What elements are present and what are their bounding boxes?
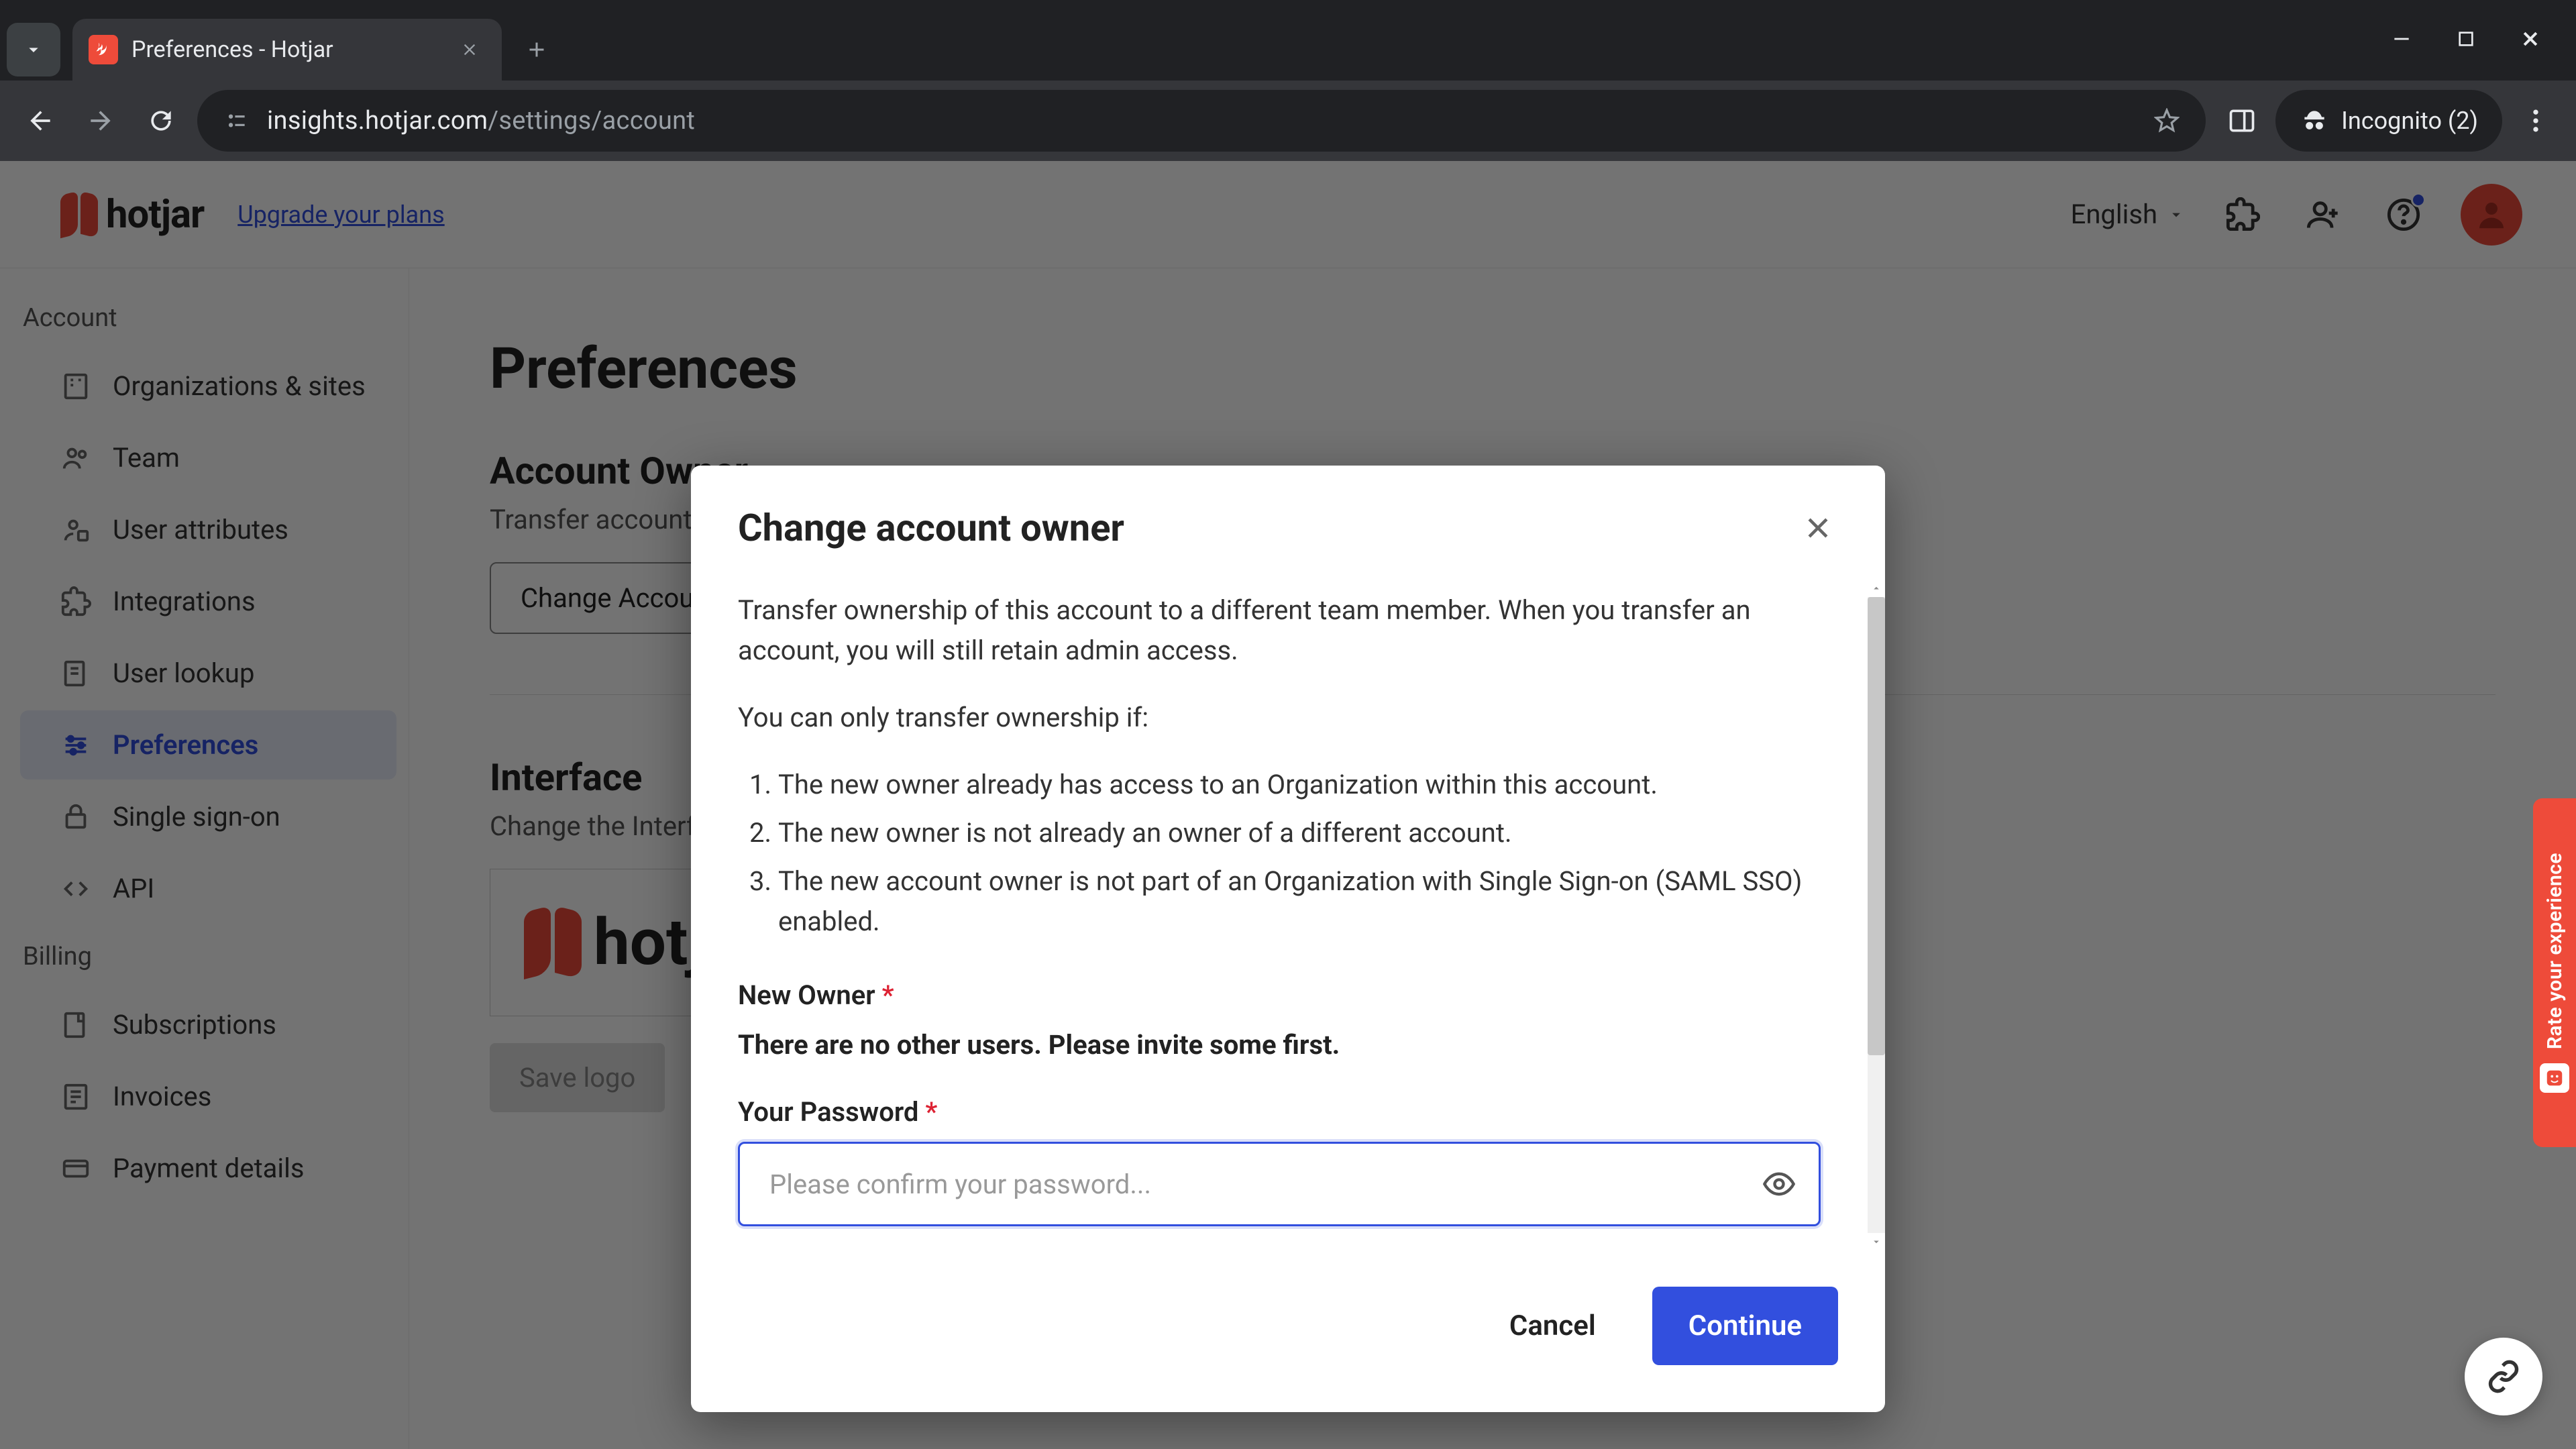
browser-menu-button[interactable]	[2512, 97, 2560, 145]
nav-reload-button[interactable]	[137, 97, 185, 145]
browser-titlebar: Preferences - Hotjar	[0, 0, 2576, 80]
tab-favicon	[89, 35, 118, 64]
feedback-tab[interactable]: Rate your experience	[2533, 798, 2576, 1147]
tab-title: Preferences - Hotjar	[131, 36, 443, 63]
tab-search-dropdown[interactable]	[7, 23, 60, 76]
modal-body: Transfer ownership of this account to a …	[691, 577, 1868, 1253]
feedback-face-icon	[2540, 1063, 2569, 1093]
browser-toolbar: insights.hotjar.com/settings/account Inc…	[0, 80, 2576, 161]
modal-rule-3: The new account owner is not part of an …	[778, 861, 1821, 942]
window-maximize-button[interactable]	[2447, 20, 2485, 58]
nav-forward-button[interactable]	[76, 97, 125, 145]
feedback-label: Rate your experience	[2543, 853, 2567, 1049]
password-input[interactable]	[738, 1142, 1821, 1226]
continue-button[interactable]: Continue	[1652, 1287, 1838, 1365]
nav-back-button[interactable]	[16, 97, 64, 145]
modal-rules-list: The new owner already has access to an O…	[738, 765, 1821, 942]
bookmark-star-icon[interactable]	[2152, 106, 2182, 136]
cancel-button[interactable]: Cancel	[1473, 1287, 1632, 1365]
tab-close-button[interactable]	[456, 36, 483, 63]
app-viewport: hotjar Upgrade your plans English Accoun…	[0, 161, 2576, 1449]
modal-scrollbar[interactable]	[1868, 577, 1885, 1253]
incognito-indicator[interactable]: Incognito (2)	[2275, 90, 2502, 152]
modal-intro: Transfer ownership of this account to a …	[738, 590, 1821, 671]
browser-tab-active[interactable]: Preferences - Hotjar	[72, 19, 502, 80]
link-fab-button[interactable]	[2465, 1338, 2542, 1415]
modal-footer: Cancel Continue	[691, 1253, 1885, 1412]
new-owner-label: New Owner *	[738, 975, 1821, 1016]
url-text: insights.hotjar.com/settings/account	[267, 106, 695, 136]
site-info-icon[interactable]	[221, 106, 251, 136]
modal-close-button[interactable]	[1798, 508, 1838, 548]
new-tab-button[interactable]	[513, 25, 561, 74]
modal-rule-2: The new owner is not already an owner of…	[778, 813, 1821, 853]
scroll-up-arrow-icon[interactable]	[1868, 580, 1885, 597]
window-close-button[interactable]	[2512, 20, 2549, 58]
tab-strip: Preferences - Hotjar	[0, 0, 2383, 80]
modal-rules-lead: You can only transfer ownership if:	[738, 698, 1821, 738]
address-bar[interactable]: insights.hotjar.com/settings/account	[197, 90, 2206, 152]
change-owner-modal: Change account owner Transfer ownership …	[691, 466, 1885, 1412]
password-visibility-toggle[interactable]	[1762, 1167, 1796, 1201]
incognito-label: Incognito (2)	[2341, 107, 2478, 135]
window-controls	[2383, 0, 2576, 58]
panel-toggle-icon[interactable]	[2218, 97, 2266, 145]
window-minimize-button[interactable]	[2383, 20, 2420, 58]
modal-rule-1: The new owner already has access to an O…	[778, 765, 1821, 805]
no-users-message: There are no other users. Please invite …	[738, 1025, 1821, 1065]
modal-title: Change account owner	[738, 506, 1124, 550]
password-label: Your Password *	[738, 1092, 1821, 1132]
scroll-down-arrow-icon[interactable]	[1868, 1233, 1885, 1250]
